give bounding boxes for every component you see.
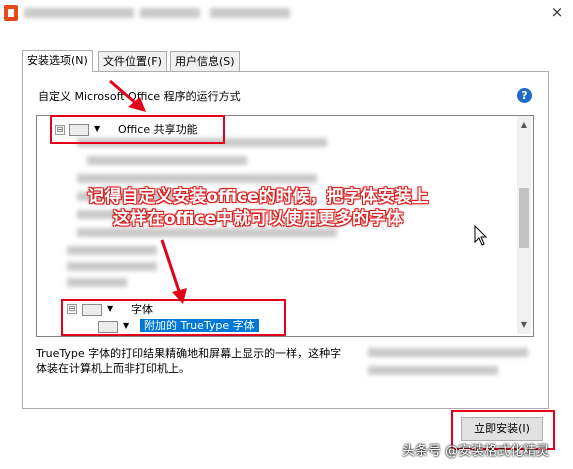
tree-scrollbar[interactable]: ▲ ▼	[517, 116, 531, 334]
tab-file-location[interactable]: 文件位置(F)	[98, 51, 167, 71]
red-arrow-icon	[160, 239, 187, 304]
office-app-icon	[4, 5, 18, 21]
red-arrow-icon	[109, 79, 146, 112]
help-icon[interactable]: ?	[517, 88, 532, 103]
annotation-line-2: 这样在office中就可以使用更多的字体	[112, 209, 404, 229]
info-line-2: 体装在计算机上而非打印机上。	[36, 362, 190, 375]
annotation-line-1: 记得自定义安装office的时候，把字体安装上	[87, 187, 429, 207]
watermark: 头条号 @安装格式化精灵	[402, 444, 550, 459]
blurred-info	[368, 366, 498, 375]
blurred-tree-item	[67, 278, 127, 287]
feature-info: TrueType 字体的打印结果精确地和屏幕上显示的一样，这种字 体装在计算机上…	[36, 346, 341, 376]
title-bar: ×	[0, 0, 573, 28]
mouse-cursor-icon	[474, 225, 488, 246]
scroll-down-icon[interactable]: ▼	[517, 318, 531, 332]
tab-user-info[interactable]: 用户信息(S)	[170, 51, 240, 71]
blurred-tree-item	[77, 174, 317, 183]
blurred-tree-item	[67, 262, 157, 271]
scroll-thumb[interactable]	[519, 188, 529, 248]
blurred-title-2	[140, 8, 200, 18]
info-line-1: TrueType 字体的打印结果精确地和屏幕上显示的一样，这种字	[36, 347, 342, 360]
blurred-title	[24, 8, 134, 18]
blurred-info	[368, 348, 528, 357]
tab-install-options[interactable]: 安装选项(N)	[22, 50, 93, 72]
blurred-tree-item	[87, 156, 247, 165]
scroll-up-icon[interactable]: ▲	[517, 118, 531, 132]
blurred-tree-item	[67, 246, 157, 255]
close-icon[interactable]: ×	[548, 3, 566, 21]
blurred-title-3	[210, 8, 290, 18]
